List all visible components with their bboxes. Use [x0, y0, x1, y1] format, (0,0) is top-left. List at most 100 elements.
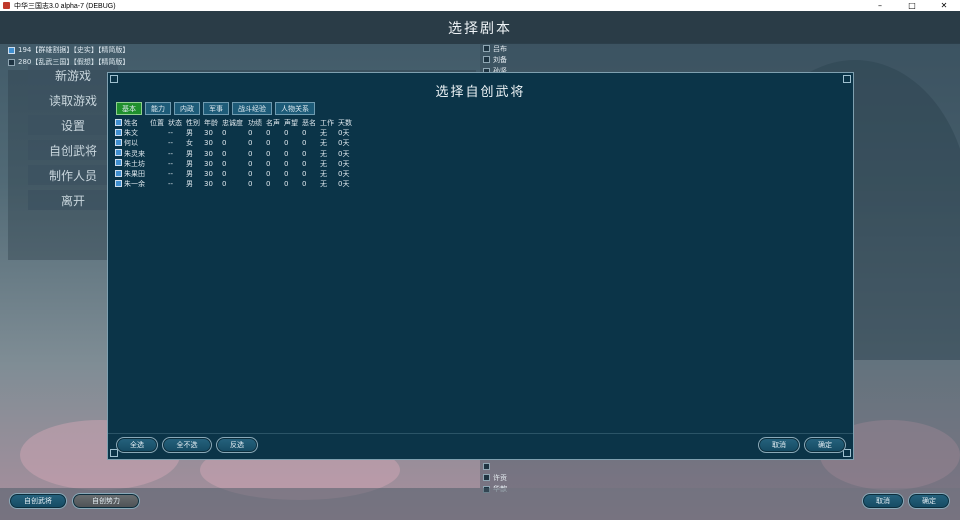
screen-header: 选择剧本	[0, 11, 960, 44]
column-header[interactable]: 工作	[320, 118, 338, 128]
select-all-checkbox[interactable]	[115, 118, 122, 126]
main-menu-item[interactable]: 新游戏	[28, 65, 118, 85]
bottom-cancel-button[interactable]: 取消	[862, 493, 904, 509]
column-header[interactable]: 恶名	[302, 118, 320, 128]
scenario-list: 194【群雄割据】【史实】【精简版】 280【乱武三国】【假想】【精简版】	[8, 44, 478, 68]
table-cell: 无	[320, 129, 327, 138]
column-header[interactable]: 年龄	[204, 118, 222, 128]
column-header[interactable]: 功绩	[248, 118, 266, 128]
main-menu-item[interactable]: 离开	[28, 190, 118, 210]
force-leader-item[interactable]: 许贡	[483, 472, 603, 483]
column-header[interactable]: 状态	[168, 118, 186, 128]
table-cell: 30	[204, 180, 213, 189]
main-menu-item[interactable]: 设置	[28, 115, 118, 135]
scenario-checkbox[interactable]	[8, 46, 15, 54]
table-cell	[150, 149, 168, 159]
window-titlebar: 中华三国志3.0 alpha-7 (DEBUG) – □ ✕	[0, 0, 960, 11]
table-cell: 男	[186, 170, 193, 179]
column-header[interactable]: 名声	[266, 118, 284, 128]
dialog-cancel-button[interactable]: 取消	[758, 437, 800, 453]
table-cell: 0	[248, 170, 253, 179]
table-cell	[150, 128, 168, 138]
deselect-all-button[interactable]: 全不选	[162, 437, 212, 453]
table-cell: 30	[204, 170, 213, 179]
table-row[interactable]: 朱灵来 -- 男 30 0 0 0 0 0 无 0天	[115, 149, 356, 159]
row-checkbox[interactable]	[115, 169, 122, 177]
row-checkbox[interactable]	[115, 149, 122, 157]
column-header[interactable]: 天数	[338, 118, 356, 128]
force-leader-checkbox[interactable]	[483, 45, 490, 53]
force-leader-item[interactable]	[483, 461, 603, 472]
force-leader-checkbox[interactable]	[483, 56, 490, 64]
table-cell: 30	[204, 149, 213, 158]
scenario-item[interactable]: 194【群雄割据】【史实】【精简版】	[8, 44, 478, 56]
close-button[interactable]: ✕	[928, 0, 960, 11]
table-cell: 0天	[338, 139, 350, 148]
table-cell: 0天	[338, 170, 350, 179]
table-cell: 男	[186, 180, 193, 189]
scenario-item[interactable]: 280【乱武三国】【假想】【精简版】	[8, 56, 478, 68]
select-all-button[interactable]: 全选	[116, 437, 158, 453]
force-leader-name: 刘备	[493, 55, 507, 64]
table-cell: 30	[204, 139, 213, 148]
table-cell	[150, 179, 168, 189]
table-cell: 男	[186, 159, 193, 168]
scenario-label: 280【乱武三国】【假想】【精简版】	[18, 58, 130, 66]
general-table: 姓名 位置 状态 性别 年龄 忠诚度 功绩 名声 声望 恶名 工作 天数 朱文 -- 男 30 0 0 0 0 0 无 0…	[115, 118, 356, 189]
table-cell: 朱土坊	[124, 159, 145, 168]
table-cell: 朱果田	[124, 170, 145, 179]
table-row[interactable]: 朱文 -- 男 30 0 0 0 0 0 无 0天	[115, 128, 356, 138]
force-leader-item[interactable]: 刘备	[483, 54, 603, 65]
table-cell: 0	[284, 170, 289, 179]
column-header[interactable]: 姓名	[124, 118, 150, 128]
table-cell: 30	[204, 129, 213, 138]
table-row[interactable]: 朱果田 -- 男 30 0 0 0 0 0 无 0天	[115, 169, 356, 179]
custom-force-button[interactable]: 自创势力	[72, 493, 140, 509]
column-header[interactable]: 性别	[186, 118, 204, 128]
scenario-checkbox[interactable]	[8, 58, 15, 66]
table-cell: 无	[320, 149, 327, 158]
maximize-button[interactable]: □	[896, 0, 928, 11]
minimize-button[interactable]: –	[864, 0, 896, 11]
column-header[interactable]: 位置	[150, 118, 168, 128]
row-checkbox[interactable]	[115, 159, 122, 167]
table-cell: 0	[222, 139, 227, 148]
table-cell: 0	[302, 159, 307, 168]
main-menu-item[interactable]: 制作人员	[28, 165, 118, 185]
bottom-ok-button[interactable]: 确定	[908, 493, 950, 509]
column-header[interactable]: 忠诚度	[222, 118, 248, 128]
table-cell: 0	[284, 139, 289, 148]
table-cell: 何以	[124, 139, 138, 148]
tab-item[interactable]: 战斗经验	[232, 102, 272, 115]
table-cell: 0	[266, 149, 271, 158]
table-cell: 0	[302, 180, 307, 189]
row-checkbox[interactable]	[115, 138, 122, 146]
row-checkbox[interactable]	[115, 179, 122, 187]
tab-item[interactable]: 基本	[116, 102, 142, 115]
table-cell: 0	[284, 129, 289, 138]
custom-general-button[interactable]: 自创武将	[9, 493, 67, 509]
invert-selection-button[interactable]: 反选	[216, 437, 258, 453]
table-cell: --	[168, 139, 174, 148]
table-cell: 0	[222, 149, 227, 158]
force-leader-checkbox[interactable]	[483, 463, 490, 471]
tab-item[interactable]: 人物关系	[275, 102, 315, 115]
table-cell: 0	[222, 129, 227, 138]
table-cell: --	[168, 129, 174, 138]
main-menu-item[interactable]: 自创武将	[28, 140, 118, 160]
table-row[interactable]: 朱土坊 -- 男 30 0 0 0 0 0 无 0天	[115, 159, 356, 169]
table-row[interactable]: 何以 -- 女 30 0 0 0 0 0 无 0天	[115, 138, 356, 148]
dialog-ok-button[interactable]: 确定	[804, 437, 846, 453]
tab-item[interactable]: 能力	[145, 102, 171, 115]
dialog-title: 选择自创武将	[435, 85, 526, 100]
row-checkbox[interactable]	[115, 128, 122, 136]
table-cell: 0	[222, 170, 227, 179]
tab-item[interactable]: 军事	[203, 102, 229, 115]
table-header: 姓名 位置 状态 性别 年龄 忠诚度 功绩 名声 声望 恶名 工作 天数	[115, 118, 356, 128]
main-menu-item[interactable]: 读取游戏	[28, 90, 118, 110]
column-header[interactable]: 声望	[284, 118, 302, 128]
force-leader-checkbox[interactable]	[483, 474, 490, 482]
force-leader-item[interactable]: 吕布	[483, 43, 603, 54]
tab-item[interactable]: 内政	[174, 102, 200, 115]
table-row[interactable]: 朱一余 -- 男 30 0 0 0 0 0 无 0天	[115, 179, 356, 189]
